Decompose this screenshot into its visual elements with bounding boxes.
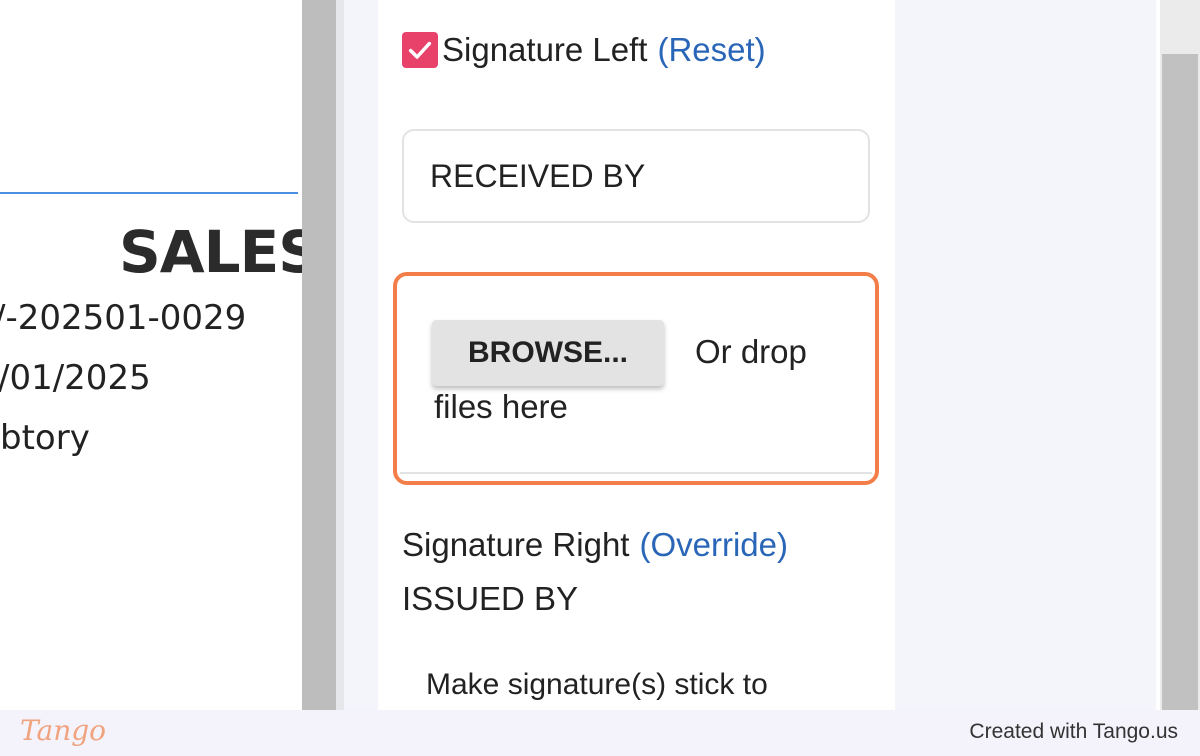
pane-splitter[interactable]: [302, 0, 336, 710]
signature-left-label: Signature Left: [442, 31, 648, 68]
tango-logo: Tango: [20, 714, 107, 747]
browse-button[interactable]: BROWSE...: [432, 320, 664, 386]
pane-splitter-edge: [336, 0, 344, 710]
document-number: /-202501-0029: [0, 298, 247, 338]
signature-left-row: Signature Left (Reset): [402, 28, 766, 72]
signature-right-row: Signature Right (Override): [402, 526, 788, 564]
signature-left-checkbox[interactable]: [402, 32, 438, 68]
reset-link[interactable]: (Reset): [657, 31, 765, 69]
signature-left-input[interactable]: [402, 129, 870, 223]
signature-right-value: ISSUED BY: [402, 580, 579, 617]
document-title: SALES: [119, 218, 302, 286]
drop-hint-line2: files here: [434, 388, 568, 425]
document-date: /01/2025: [0, 358, 151, 398]
scrollbar-thumb[interactable]: [1162, 54, 1198, 710]
document-location: btory: [0, 418, 90, 458]
drop-hint-line1: Or drop: [695, 333, 807, 370]
check-icon: [408, 41, 432, 59]
footer-bar: Tango Created with Tango.us: [0, 710, 1200, 756]
document-preview: SALES /-202501-0029 /01/2025 btory: [0, 0, 302, 710]
stick-signature-label: Make signature(s) stick to: [426, 668, 768, 701]
document-divider: [0, 192, 298, 194]
signature-right-label: Signature Right: [402, 526, 630, 563]
footer-credit: Created with Tango.us: [969, 720, 1178, 743]
override-link[interactable]: (Override): [639, 526, 788, 564]
